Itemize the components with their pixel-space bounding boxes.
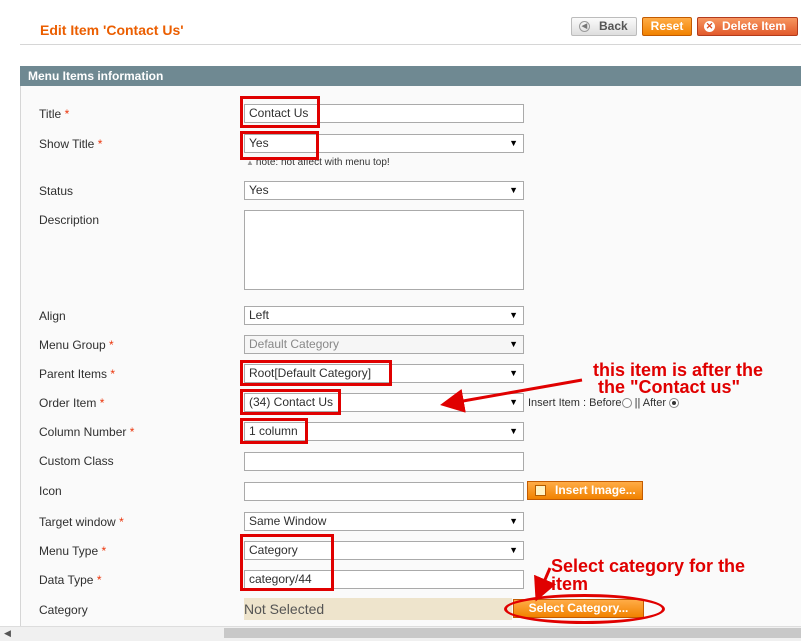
back-button[interactable]: ◀ Back (571, 17, 637, 36)
callout-select-category (504, 594, 665, 624)
icon-label: Icon (39, 484, 62, 498)
delete-item-button[interactable]: ✕ Delete Item (697, 17, 798, 36)
insert-after-label: || After (634, 397, 667, 409)
dropdown-arrow-icon: ▼ (509, 138, 518, 148)
insert-image-button[interactable]: Insert Image... (527, 481, 643, 500)
menu-group-label: Menu Group * (39, 338, 114, 352)
section-header: Menu Items information (20, 66, 801, 86)
status-label: Status (39, 184, 74, 198)
target-window-select[interactable]: Same Window ▼ (244, 512, 524, 531)
menu-type-label: Menu Type * (39, 544, 107, 558)
align-label: Align (39, 309, 66, 323)
column-number-label: Column Number * (39, 425, 135, 439)
image-icon (535, 485, 546, 496)
dropdown-arrow-icon: ▼ (509, 545, 518, 555)
back-arrow-icon: ◀ (579, 21, 590, 32)
category-value: Not Selected (244, 598, 512, 620)
description-textarea[interactable] (244, 210, 524, 290)
callout-order-item (240, 389, 341, 415)
insert-after-radio[interactable] (669, 398, 680, 408)
callout-title (240, 96, 320, 128)
status-select[interactable]: Yes ▼ (244, 181, 524, 200)
description-label: Description (39, 213, 100, 227)
callout-column-number (240, 418, 308, 444)
custom-class-label: Custom Class (39, 454, 114, 468)
dropdown-arrow-icon: ▼ (509, 397, 518, 407)
back-button-label: Back (599, 19, 628, 33)
show-title-label: Show Title * (39, 137, 103, 151)
dropdown-arrow-icon: ▼ (509, 185, 518, 195)
category-label: Category (39, 603, 88, 617)
data-type-label: Data Type * (39, 573, 102, 587)
dropdown-arrow-icon: ▼ (509, 339, 518, 349)
annotation-order-line2: the "Contact us" (598, 377, 741, 397)
custom-class-input[interactable] (244, 452, 524, 471)
insert-position: Insert Item : Before || After (528, 397, 680, 409)
dropdown-arrow-icon: ▼ (509, 426, 518, 436)
callout-show-title (240, 131, 319, 160)
menu-group-select[interactable]: Default Category ▼ (244, 335, 524, 354)
insert-item-label: Insert Item : Before (528, 397, 622, 409)
annotation-category-line1: Select category for the (551, 556, 746, 576)
order-item-label: Order Item * (39, 396, 105, 410)
callout-parent-items (240, 360, 392, 386)
align-select[interactable]: Left ▼ (244, 306, 524, 325)
delete-button-label: Delete Item (722, 19, 787, 33)
insert-image-label: Insert Image... (555, 483, 636, 497)
title-label: Title * (39, 107, 70, 121)
dropdown-arrow-icon: ▼ (509, 516, 518, 526)
dropdown-arrow-icon: ▼ (509, 368, 518, 378)
annotation-category-line2: item (551, 574, 589, 594)
parent-items-label: Parent Items * (39, 367, 116, 381)
page-title: Edit Item 'Contact Us' (40, 22, 184, 38)
reset-button[interactable]: Reset (642, 17, 692, 36)
dropdown-arrow-icon: ▼ (509, 310, 518, 320)
target-window-label: Target window * (39, 515, 124, 529)
insert-before-radio[interactable] (621, 398, 632, 408)
icon-input[interactable] (244, 482, 524, 501)
callout-menu-type (240, 534, 334, 591)
scrollbar-thumb[interactable] (224, 628, 801, 638)
scroll-left-icon[interactable]: ◀ (4, 628, 11, 639)
header-divider (20, 44, 801, 45)
delete-icon: ✕ (704, 21, 715, 32)
